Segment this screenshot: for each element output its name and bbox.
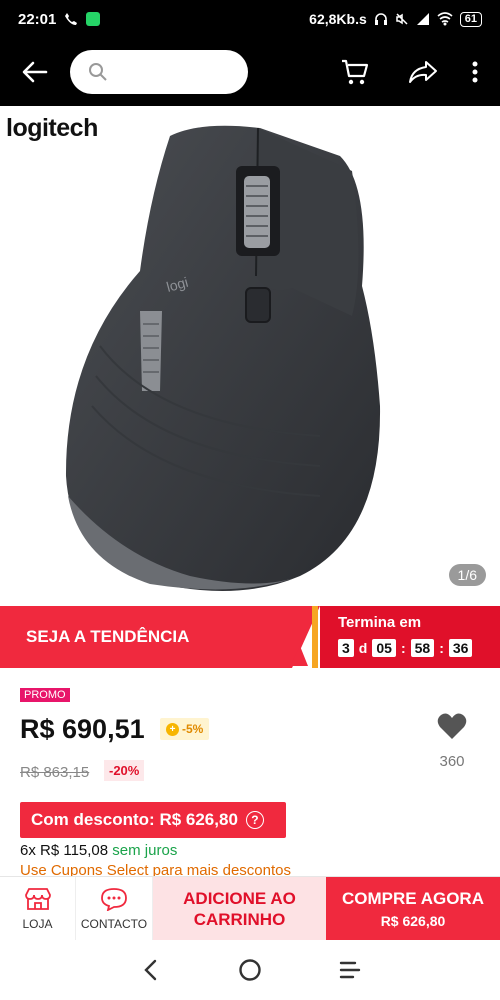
countdown-timer: 3 d 05 : 58 : 36 [338, 639, 500, 657]
whatsapp-icon [86, 12, 101, 26]
help-icon[interactable]: ? [245, 811, 264, 829]
search-bar[interactable] [70, 50, 248, 94]
store-button[interactable]: LOJA [0, 877, 76, 940]
buy-now-button[interactable]: COMPRE AGORA R$ 626,80 [326, 877, 500, 940]
countdown-days-unit: d [358, 640, 368, 656]
clock: 22:01 [18, 10, 57, 28]
back-button[interactable] [0, 38, 70, 106]
price-section: PROMO R$ 690,51 + -5% 360 R$ 863,15 -20%… [0, 668, 500, 876]
installments-info[interactable]: 6x R$ 115,08 sem juros [20, 842, 177, 859]
system-back-button[interactable] [125, 945, 175, 995]
search-input[interactable] [116, 63, 236, 81]
network-speed: 62,8Kb.s [309, 11, 367, 27]
circle-home-icon [239, 959, 261, 981]
coin-icon: + [166, 722, 179, 736]
menu-lines-icon [339, 961, 361, 979]
signal-icon [416, 13, 429, 25]
original-price: R$ 863,15 [20, 764, 90, 781]
heart-icon [437, 713, 467, 739]
buy-now-label: COMPRE AGORA [342, 888, 484, 908]
system-recents-button[interactable] [325, 945, 375, 995]
discount-price-button[interactable]: Com desconto: R$ 626,80 ? [20, 802, 286, 838]
contact-button[interactable]: CONTACTO [76, 877, 153, 940]
favorites-count: 360 [439, 753, 465, 770]
app-header [0, 38, 500, 106]
coin-discount-value: -5% [182, 722, 204, 736]
cart-icon [342, 59, 369, 85]
store-label: LOJA [22, 916, 53, 931]
search-icon [89, 63, 107, 81]
more-options-button[interactable] [460, 42, 490, 102]
phone-icon [65, 13, 78, 25]
wifi-icon [437, 12, 453, 26]
battery-indicator: 61 [459, 11, 482, 27]
image-counter: 1/6 [448, 564, 486, 586]
installments-note: sem juros [112, 842, 178, 859]
discount-price-label: Com desconto: R$ 626,80 [31, 810, 238, 829]
contact-label: CONTACTO [80, 916, 148, 931]
buy-now-price: R$ 626,80 [380, 912, 446, 929]
purchase-action-bar: LOJA CONTACTO ADICIONE AO CARRINHO COMPR… [0, 876, 500, 940]
countdown-hours: 05 [372, 639, 396, 657]
countdown-seconds: 36 [448, 639, 473, 657]
arrow-left-icon [22, 61, 48, 83]
product-image-carousel[interactable]: logitech logi 1/6 [0, 106, 500, 606]
discount-badge: -20% [104, 760, 145, 781]
computer-mouse-icon: logi [65, 125, 381, 591]
favorite-button[interactable]: 360 [422, 712, 482, 770]
coupon-promo-text[interactable]: Use Cupons Select para mais descontos [20, 862, 291, 876]
system-navigation-bar [0, 940, 500, 1000]
countdown-minutes: 58 [410, 639, 435, 657]
share-icon [409, 61, 437, 83]
chevron-left-icon [144, 959, 157, 981]
status-bar: 22:01 62,8Kb.s 61 [0, 0, 500, 38]
flash-sale-banner[interactable]: SEJA A TENDÊNCIA Termina em 3 d 05 : 58 … [0, 606, 500, 668]
system-home-button[interactable] [225, 945, 275, 995]
installments-count: 6x R$ 115,08 [20, 842, 109, 859]
coin-discount-badge[interactable]: + -5% [160, 718, 210, 740]
chat-icon [101, 887, 127, 911]
ends-in-label: Termina em [338, 614, 422, 631]
headphones-icon [374, 13, 387, 25]
share-button[interactable] [392, 42, 454, 102]
current-price: R$ 690,51 [20, 714, 145, 744]
countdown-days: 3 [338, 639, 354, 657]
banner-decoration-icon [290, 606, 320, 668]
promo-tag: PROMO [20, 688, 70, 702]
store-icon [24, 887, 51, 910]
add-to-cart-button[interactable]: ADICIONE AO CARRINHO [153, 877, 326, 940]
more-vert-icon [472, 61, 478, 83]
cart-button[interactable] [324, 42, 386, 102]
banner-label: SEJA A TENDÊNCIA [26, 627, 190, 646]
mute-icon [396, 13, 408, 25]
